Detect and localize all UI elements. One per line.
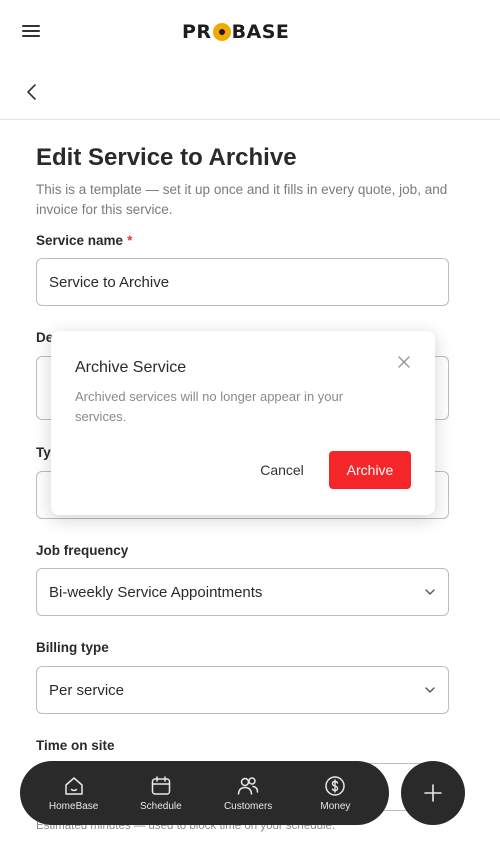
chevron-down-icon	[425, 687, 435, 693]
chevron-left-icon[interactable]	[22, 82, 42, 102]
service-name-input[interactable]: Service to Archive	[36, 258, 449, 306]
service-name-value: Service to Archive	[49, 273, 170, 291]
probase-logo[interactable]: PR BASE	[182, 20, 289, 44]
nav-item-schedule[interactable]: Schedule	[121, 775, 201, 812]
dollar-icon	[325, 775, 346, 796]
cancel-button[interactable]: Cancel	[247, 451, 317, 489]
logo-text-left: PR	[182, 21, 212, 43]
page-title: Edit Service to Archive	[36, 144, 297, 171]
top-bar: PR BASE	[0, 0, 500, 64]
required-marker: *	[127, 233, 133, 248]
archive-button[interactable]: Archive	[329, 451, 411, 489]
customers-icon	[237, 776, 259, 795]
service-name-label-text: Service name	[36, 233, 124, 248]
home-icon	[64, 776, 83, 795]
dialog-message: Archived services will no longer appear …	[75, 389, 344, 424]
job-frequency-value: Bi-weekly Service Appointments	[49, 583, 263, 601]
billing-type-select[interactable]: Per service	[36, 666, 449, 714]
back-bar	[0, 64, 500, 120]
logo-mark-icon	[212, 23, 231, 41]
nav-item-money[interactable]: Money	[295, 775, 375, 812]
nav-label: Customers	[223, 800, 273, 812]
job-frequency-label: Job frequency	[36, 543, 129, 558]
add-fab-button[interactable]	[401, 761, 465, 825]
archive-service-dialog: Archive Service Archived services will n…	[51, 331, 435, 515]
dialog-title: Archive Service	[75, 359, 187, 376]
calendar-icon	[151, 775, 171, 795]
hamburger-menu-icon[interactable]	[22, 22, 44, 42]
billing-type-value: Per service	[49, 681, 125, 699]
nav-label: HomeBase	[48, 800, 99, 812]
bottom-nav: HomeBase Schedule Customers Money	[20, 761, 389, 825]
nav-label: Money	[320, 800, 351, 812]
nav-item-customers[interactable]: Customers	[208, 775, 288, 812]
time-on-site-label: Time on site	[36, 738, 115, 753]
nav-item-homebase[interactable]: HomeBase	[34, 775, 114, 812]
logo-text-right: BASE	[231, 21, 290, 43]
page-subtitle: This is a template — set it up once and …	[36, 182, 448, 217]
service-name-label: Service name *	[36, 233, 132, 248]
type-label: Ty	[36, 445, 51, 460]
nav-label: Schedule	[140, 800, 182, 812]
chevron-down-icon	[425, 589, 435, 595]
plus-icon	[424, 784, 442, 802]
job-frequency-select[interactable]: Bi-weekly Service Appointments	[36, 568, 449, 616]
billing-type-label: Billing type	[36, 640, 109, 655]
close-icon[interactable]	[397, 355, 411, 369]
